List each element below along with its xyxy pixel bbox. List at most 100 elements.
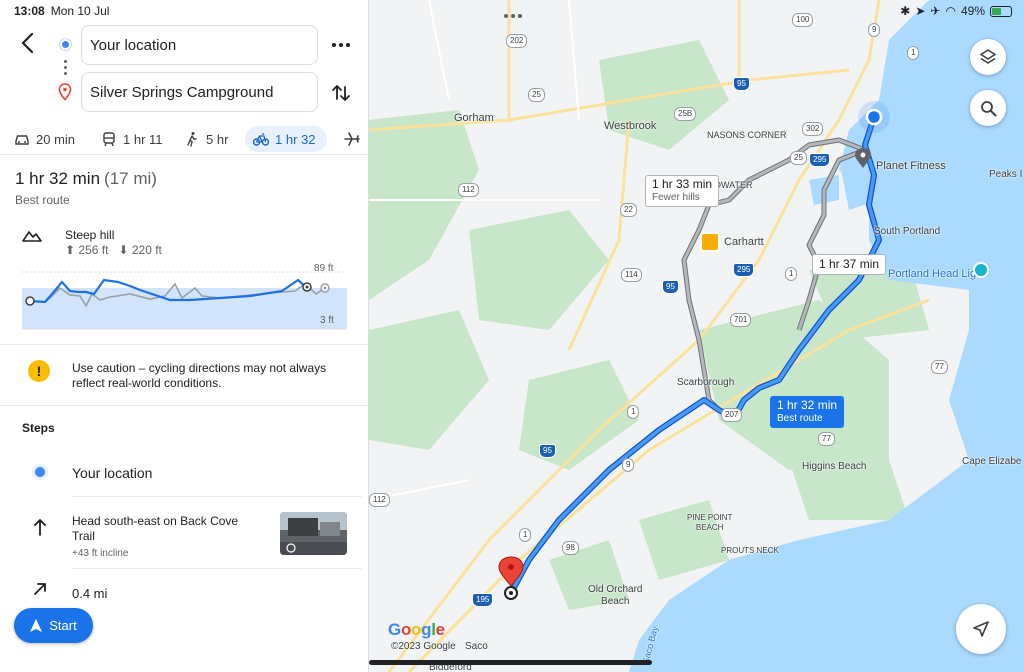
place-label: Carhartt xyxy=(724,236,764,248)
street-view-thumbnail[interactable] xyxy=(280,512,347,555)
place-label: Planet Fitness xyxy=(876,160,946,172)
back-arrow-icon[interactable] xyxy=(18,32,38,54)
step-origin-label[interactable]: Your location xyxy=(72,465,152,481)
route-shield: 100 xyxy=(792,13,814,27)
warning-icon: ! xyxy=(28,360,50,382)
route-subtitle: Best route xyxy=(15,193,70,207)
alt-route-callout-2[interactable]: 1 hr 37 min xyxy=(812,254,887,275)
layers-button[interactable] xyxy=(970,39,1006,75)
mode-flight-tab[interactable] xyxy=(336,126,368,152)
map-canvas xyxy=(369,0,1024,672)
place-label: Portland Head Light xyxy=(888,268,986,280)
origin-step-dot-icon xyxy=(35,467,45,477)
place-label: Higgins Beach xyxy=(802,461,867,472)
place-label: PROUTS NECK xyxy=(721,546,779,555)
route-shield: 25B xyxy=(674,107,697,121)
battery-percent: 49% xyxy=(960,4,985,18)
divider xyxy=(0,344,368,345)
place-label: PINE POINT BEACH xyxy=(687,513,733,532)
route-shield: 22 xyxy=(620,203,637,217)
place-label: NASONS CORNER xyxy=(707,130,787,140)
route-time: 1 hr 32 min xyxy=(15,169,101,188)
arrow-up-icon xyxy=(34,519,46,536)
walk-icon xyxy=(187,132,197,147)
battery-icon xyxy=(990,5,1012,17)
multitask-dots-icon[interactable] xyxy=(503,6,523,18)
ascent-value: 256 ft xyxy=(78,243,109,257)
alt-route-time: 1 hr 33 min xyxy=(652,177,713,191)
destination-pin-icon xyxy=(58,83,72,101)
alt-route-2-time: 1 hr 37 min xyxy=(819,257,880,271)
route-shield: 112 xyxy=(369,493,390,507)
place-label: Gorham xyxy=(454,112,494,124)
car-icon xyxy=(15,135,29,145)
elevation-stats: ⬆ 256 ft ⬇ 220 ft xyxy=(65,243,162,257)
descent-arrow-icon: ⬇ xyxy=(118,243,129,257)
mode-transit-tab[interactable]: 1 hr 11 xyxy=(93,126,171,152)
shopping-bag-icon[interactable] xyxy=(700,232,720,252)
destination-input[interactable]: Silver Springs Campground xyxy=(81,72,318,112)
best-route-time: 1 hr 32 min xyxy=(777,398,838,412)
route-shield: 25 xyxy=(528,88,545,102)
status-bar-right: ✱ ➤ ✈ ◠ 49% xyxy=(900,4,1012,18)
best-route-callout[interactable]: 1 hr 32 min Best route xyxy=(770,396,845,428)
route-shield: 701 xyxy=(730,313,752,327)
mountain-icon xyxy=(22,231,42,242)
start-button-label: Start xyxy=(49,618,77,633)
arrow-up-right-icon xyxy=(34,583,46,595)
route-shield: 114 xyxy=(621,268,642,282)
place-label: Scarborough xyxy=(677,377,735,388)
layers-icon xyxy=(980,49,996,64)
alt-route-sub: Fewer hills xyxy=(652,192,700,203)
steps-heading: Steps xyxy=(22,421,55,435)
mode-driving-tab[interactable]: 20 min xyxy=(6,126,83,152)
place-label: South Portland xyxy=(874,226,941,237)
place-label: Westbrook xyxy=(604,120,657,132)
lighthouse-icon[interactable] xyxy=(973,262,989,278)
divider xyxy=(72,568,362,569)
more-options-icon[interactable] xyxy=(330,36,352,54)
route-shield: 202 xyxy=(506,34,528,48)
place-label: Saco xyxy=(465,641,488,652)
alt-route-callout[interactable]: 1 hr 33 min Fewer hills xyxy=(645,175,720,207)
place-label: OWATER xyxy=(714,180,753,190)
bike-icon xyxy=(253,133,269,146)
elevation-min-label: 3 ft xyxy=(320,315,334,326)
home-indicator[interactable] xyxy=(369,660,652,665)
mode-walking-label: 5 hr xyxy=(206,131,229,147)
airplane-icon: ✈ xyxy=(930,4,941,18)
mode-walking-tab[interactable]: 5 hr xyxy=(176,126,236,152)
travel-mode-tabs: 20 min 1 hr 11 5 hr 1 hr 32 xyxy=(0,123,368,155)
place-label: Old Orchard Beach xyxy=(588,584,643,607)
swap-icon[interactable] xyxy=(330,82,352,104)
status-time: 13:08 Mon 10 Jul xyxy=(14,4,110,18)
mode-cycling-tab[interactable]: 1 hr 32 xyxy=(245,126,327,152)
map-copyright: ©2023 Google xyxy=(391,641,456,652)
navigation-arrow-icon xyxy=(30,619,43,632)
interstate-shield: 195 xyxy=(472,593,494,607)
elevation-max-label: 89 ft xyxy=(314,263,334,274)
directions-panel: 13:08 Mon 10 Jul Your location Silver Spr… xyxy=(0,0,369,672)
start-navigation-button[interactable]: Start xyxy=(14,608,93,643)
map-view[interactable]: ✱ ➤ ✈ ◠ 49% Gorham Westbrook NASONS CORN… xyxy=(369,0,1024,672)
descent-value: 220 ft xyxy=(131,243,162,257)
search-map-button[interactable] xyxy=(970,90,1006,126)
route-connector-icon xyxy=(64,60,67,78)
route-shield: 25 xyxy=(790,151,807,165)
ascent-arrow-icon: ⬆ xyxy=(65,243,76,257)
divider xyxy=(0,405,368,406)
plane-icon xyxy=(344,132,360,146)
google-logo: Google xyxy=(388,620,445,639)
route-shield: 77 xyxy=(818,432,835,446)
interstate-shield: 95 xyxy=(662,280,679,294)
mode-driving-label: 20 min xyxy=(36,131,76,147)
best-route-sub: Best route xyxy=(777,413,823,424)
origin-input[interactable]: Your location xyxy=(81,25,318,65)
divider xyxy=(72,496,362,497)
interstate-shield: 295 xyxy=(809,153,831,167)
route-shield: 207 xyxy=(721,408,743,422)
elevation-title: Steep hill xyxy=(65,228,115,242)
recenter-button[interactable] xyxy=(956,604,1006,654)
route-shield: 98 xyxy=(562,541,579,555)
step-instruction[interactable]: Head south-east on Back Cove Trail xyxy=(72,514,252,544)
